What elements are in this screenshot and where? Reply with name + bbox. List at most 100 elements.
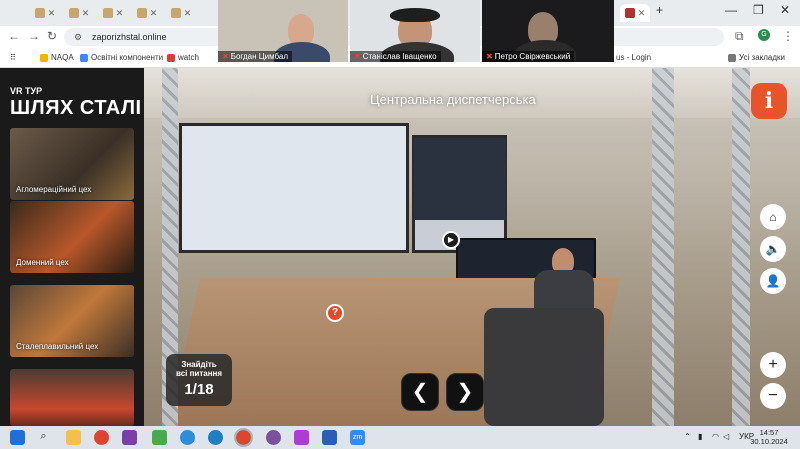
tab-favicon: [624, 8, 635, 18]
apps-icon[interactable]: ⠿: [10, 53, 16, 62]
bookmark-item[interactable]: watch: [167, 53, 199, 62]
profile-avatar[interactable]: G: [758, 29, 770, 41]
zoom-video-tile[interactable]: ✖ Станіслав Іващенко: [350, 0, 480, 62]
close-icon[interactable]: ✕: [638, 8, 646, 19]
dispatch-monitor-wall: [179, 123, 409, 253]
close-icon[interactable]: ✕: [150, 8, 158, 19]
headphones: [390, 8, 440, 22]
browser-tab[interactable]: ✕: [98, 4, 128, 22]
tab-favicon: [136, 8, 147, 18]
browser-tab[interactable]: ✕: [30, 4, 60, 22]
sidebar-item-label: Доменний цех: [16, 258, 69, 267]
tab-favicon: [68, 8, 79, 18]
questions-counter: Знайдіть всі питання 1/18: [166, 354, 232, 406]
truss-pillar: [652, 68, 674, 426]
folder-icon: [728, 53, 736, 62]
sidebar-subtitle: VR ТУР: [10, 86, 43, 96]
bookmark-item[interactable]: us - Login: [616, 53, 651, 62]
zoom-out-button[interactable]: −: [760, 383, 786, 409]
bookmark-item[interactable]: NAQA: [40, 53, 74, 62]
sidebar-title: ШЛЯХ СТАЛІ: [10, 97, 142, 119]
bookmark-icon: [40, 53, 48, 62]
profile-button[interactable]: 👤: [760, 268, 786, 294]
tab-favicon: [102, 8, 113, 18]
close-icon[interactable]: ✕: [48, 8, 56, 19]
participant-name: ✖ Станіслав Іващенко: [350, 51, 441, 62]
browser-tab[interactable]: ✕: [64, 4, 94, 22]
youtube-icon: [167, 53, 175, 62]
chrome-active-icon[interactable]: [234, 428, 253, 447]
panorama-view[interactable]: Центральна диспетчерська i ▶ ? ⌂ 🔈 👤 + −…: [144, 68, 800, 426]
word-icon[interactable]: [322, 430, 337, 445]
windows-start-icon[interactable]: [10, 430, 25, 445]
question-hotspot[interactable]: ?: [326, 304, 344, 322]
next-location-button[interactable]: ❯: [446, 373, 484, 411]
minimize-button[interactable]: —: [725, 3, 737, 17]
previous-location-button[interactable]: ❮: [401, 373, 439, 411]
url-text: zaporizhstal.online: [92, 32, 167, 42]
muted-mic-icon: ✖: [222, 52, 229, 61]
muted-mic-icon: ✖: [486, 52, 493, 61]
home-button[interactable]: ⌂: [760, 204, 786, 230]
file-explorer-icon[interactable]: [66, 430, 81, 445]
all-bookmarks-folder[interactable]: Усі закладки: [728, 53, 785, 62]
app-icon[interactable]: [294, 430, 309, 445]
viber-icon[interactable]: [266, 430, 281, 445]
volume-icon[interactable]: ◁: [723, 432, 729, 441]
muted-mic-icon: ✖: [354, 52, 361, 61]
truss-pillar: [732, 68, 750, 426]
close-icon[interactable]: ✕: [184, 8, 192, 19]
questions-progress: 1/18: [184, 381, 214, 398]
menu-icon[interactable]: ⋮: [782, 29, 794, 43]
sound-button[interactable]: 🔈: [760, 236, 786, 262]
participant-name: ✖ Богдан Цимбал: [218, 51, 293, 62]
close-icon[interactable]: ✕: [116, 8, 124, 19]
tab-favicon: [34, 8, 45, 18]
network-icon[interactable]: ◠: [712, 432, 719, 441]
sidebar-item-blast-furnace[interactable]: Доменний цех: [10, 201, 134, 273]
participant-name: ✖ Петро Свіржевський: [482, 51, 575, 62]
browser-tab[interactable]: ✕: [132, 4, 162, 22]
tab-favicon: [170, 8, 181, 18]
extensions-icon[interactable]: ⧉: [735, 29, 744, 44]
zoom-video-tile[interactable]: ✖ Богдан Цимбал: [218, 0, 348, 62]
close-window-button[interactable]: ✕: [780, 3, 790, 17]
zoom-in-button[interactable]: +: [760, 352, 786, 378]
edge-icon[interactable]: [208, 430, 223, 445]
telegram-icon[interactable]: [180, 430, 195, 445]
app-icon[interactable]: [122, 430, 137, 445]
screen: ✕ ✕ ✕ ✕ ✕ ✕ + — ❐ ✕ ← → ↻ ⚙ zaporizhstal…: [0, 0, 800, 449]
zoom-app-icon[interactable]: zm: [350, 430, 365, 445]
clock[interactable]: 14:57 30.10.2024: [738, 428, 800, 446]
search-icon[interactable]: ⌕: [36, 430, 51, 445]
sidebar-item-agglomeration[interactable]: Агломераційний цех: [10, 128, 134, 200]
download-app-icon[interactable]: [152, 430, 167, 445]
tray-chevron-icon[interactable]: ⌃: [684, 432, 691, 441]
site-info-icon[interactable]: ⚙: [74, 28, 82, 46]
scene-title: Центральна диспетчерська: [370, 92, 536, 107]
cctv-screens: [414, 138, 506, 220]
questions-label: Знайдіть всі питання: [175, 360, 223, 378]
sidebar-item-rolling[interactable]: [10, 369, 134, 426]
vr-tour-app: VR ТУР ШЛЯХ СТАЛІ Агломераційний цех Дом…: [0, 68, 800, 426]
browser-tab-active[interactable]: ✕: [620, 4, 650, 22]
maximize-button[interactable]: ❐: [753, 3, 764, 17]
zoom-video-tile[interactable]: ✖ Петро Свіржевський: [482, 0, 614, 62]
close-icon[interactable]: ✕: [82, 8, 90, 19]
browser-tab[interactable]: ✕: [166, 4, 196, 22]
back-icon[interactable]: ←: [8, 29, 20, 43]
sidebar-item-label: Сталеплавильний цех: [16, 342, 99, 351]
forward-icon[interactable]: →: [28, 29, 40, 43]
battery-icon[interactable]: ▮: [698, 432, 702, 441]
chrome-icon[interactable]: [94, 430, 109, 445]
info-button[interactable]: i: [751, 83, 787, 119]
video-hotspot[interactable]: ▶: [442, 231, 460, 249]
sidebar: VR ТУР ШЛЯХ СТАЛІ Агломераційний цех Дом…: [0, 68, 144, 426]
clock-time: 14:57: [759, 428, 779, 437]
bookmark-item[interactable]: Освітні компоненти: [80, 53, 163, 62]
bookmark-icon: [80, 53, 88, 62]
new-tab-button[interactable]: +: [656, 3, 663, 17]
reload-icon[interactable]: ↻: [47, 29, 57, 43]
clock-date: 30.10.2024: [750, 437, 788, 446]
sidebar-item-steelmaking[interactable]: Сталеплавильний цех: [10, 285, 134, 357]
